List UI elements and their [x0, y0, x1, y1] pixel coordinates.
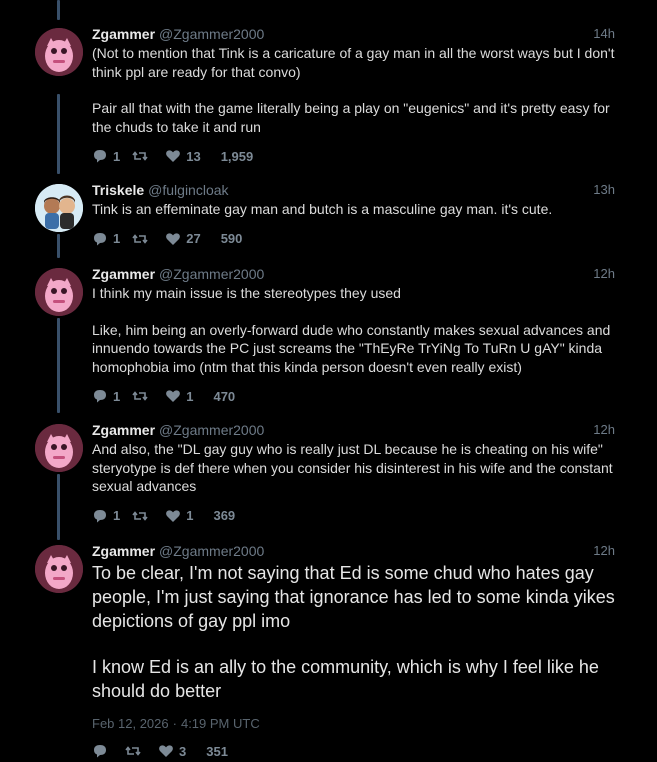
reply-icon [94, 150, 106, 163]
like-count: 13 [186, 148, 201, 164]
like-count: 27 [186, 231, 201, 246]
reply-count: 1 [113, 508, 121, 523]
timestamp[interactable]: 14h [593, 24, 615, 44]
display-name[interactable]: Zgammer [92, 26, 155, 42]
display-name[interactable]: Zgammer [92, 422, 155, 438]
retweet-button[interactable] [132, 231, 153, 247]
retweet-button[interactable] [125, 743, 146, 759]
tweet-actions: 3 351 [92, 741, 615, 761]
reply-count: 1 [113, 231, 121, 246]
view-count: 1,959 [220, 148, 254, 164]
timestamp[interactable]: 12h [593, 541, 615, 561]
thread-line [57, 234, 60, 258]
reply-icon [94, 390, 106, 403]
user-handle[interactable]: @Zgammer2000 [159, 26, 264, 42]
like-count: 1 [186, 508, 194, 523]
tweet-text: Tink is an effeminate gay man and butch … [92, 200, 615, 219]
pink-monster-avatar[interactable] [35, 268, 83, 316]
reply-button[interactable]: 1 [92, 508, 120, 524]
tweet-paragraph: I think my main issue is the stereotypes… [92, 285, 401, 301]
tweet-header: Zgammer @Zgammer2000 12h [92, 541, 615, 561]
thread-line [57, 318, 60, 413]
heart-icon [166, 150, 181, 162]
tweet-header: Triskele @fulgincloak 13h [92, 180, 615, 200]
tweet-paragraph: And also, the "DL gay guy who is really … [92, 441, 613, 494]
tweet-paragraph: To be clear, I'm not saying that Ed is s… [92, 563, 615, 631]
timestamp[interactable]: 12h [593, 420, 615, 440]
reply-button[interactable]: 1 [92, 388, 120, 404]
post-date[interactable]: Feb 12, 2026 · 4:19 PM UTC [92, 715, 615, 733]
user-handle[interactable]: @Zgammer2000 [159, 543, 264, 559]
retweet-icon [132, 391, 148, 401]
reply-count: 1 [113, 388, 121, 404]
retweet-button[interactable] [132, 148, 153, 164]
tweet-actions: 1 13 1,959 [92, 146, 615, 166]
heart-icon [166, 232, 181, 245]
retweet-icon [132, 233, 148, 244]
tweet-paragraph: (Not to mention that Tink is a caricatur… [92, 45, 615, 80]
reply-button[interactable]: 1 [92, 231, 120, 247]
like-button[interactable]: 1 [165, 388, 193, 404]
reply-icon [94, 509, 106, 522]
view-count: 470 [213, 388, 236, 404]
timestamp[interactable]: 12h [593, 264, 615, 284]
reply-button[interactable] [92, 743, 113, 759]
like-button[interactable]: 1 [165, 508, 193, 524]
tweet-header: Zgammer @Zgammer2000 12h [92, 264, 615, 284]
view-count: 590 [220, 231, 243, 246]
tweet-actions: 1 27 590 [92, 229, 615, 249]
reply-icon [94, 232, 106, 245]
timestamp[interactable]: 13h [593, 180, 615, 200]
retweet-button[interactable] [132, 388, 153, 404]
display-name[interactable]: Zgammer [92, 543, 155, 559]
date-separator: · [172, 716, 177, 731]
post-date-day: Feb 12, 2026 [92, 716, 169, 731]
retweet-icon [132, 151, 148, 161]
view-count: 369 [213, 508, 236, 523]
retweet-icon [132, 510, 148, 521]
user-handle[interactable]: @Zgammer2000 [159, 422, 264, 438]
thread-line [57, 0, 60, 20]
thread-line [57, 94, 60, 174]
retweet-button[interactable] [132, 508, 153, 524]
heart-icon [159, 745, 173, 757]
tweet-actions: 1 1 470 [92, 386, 615, 406]
like-count: 3 [179, 743, 187, 759]
display-name[interactable]: Zgammer [92, 266, 155, 282]
user-handle[interactable]: @Zgammer2000 [159, 266, 264, 282]
heart-icon [166, 509, 181, 522]
tweet-paragraph: I know Ed is an ally to the community, w… [92, 657, 599, 701]
tweet-actions: 1 1 369 [92, 506, 615, 526]
like-button[interactable]: 13 [165, 148, 201, 164]
user-handle[interactable]: @fulgincloak [148, 182, 228, 198]
pink-monster-avatar[interactable] [35, 424, 83, 472]
thread-line [57, 474, 60, 540]
display-name[interactable]: Triskele [92, 182, 144, 198]
post-date-time: 4:19 PM UTC [180, 716, 260, 731]
tweet-paragraph: Like, him being an overly-forward dude w… [92, 321, 611, 375]
like-button[interactable]: 3 [158, 743, 186, 759]
like-count: 1 [186, 388, 194, 404]
reply-button[interactable]: 1 [92, 148, 120, 164]
tweet-text: And also, the "DL gay guy who is really … [92, 440, 615, 496]
pink-monster-avatar[interactable] [35, 545, 83, 593]
view-count: 351 [206, 743, 228, 759]
tweet-header: Zgammer @Zgammer2000 12h [92, 420, 615, 440]
like-button[interactable]: 27 [165, 231, 201, 247]
reply-count: 1 [113, 148, 121, 164]
reply-icon [94, 745, 106, 758]
tweet-header: Zgammer @Zgammer2000 14h [92, 24, 615, 44]
retweet-icon [125, 746, 141, 756]
thread: Zgammer @Zgammer2000 14h (Not to mention … [0, 0, 657, 762]
heart-icon [166, 390, 181, 402]
tweet-text: I think my main issue is the stereotypes… [92, 284, 615, 376]
tweet-paragraph: Tink is an effeminate gay man and butch … [92, 201, 553, 217]
pink-monster-avatar[interactable] [35, 28, 83, 76]
tweet-text: To be clear, I'm not saying that Ed is s… [92, 561, 615, 703]
tweet-paragraph: Pair all that with the game literally be… [92, 100, 610, 135]
two-characters-avatar[interactable] [35, 184, 83, 232]
tweet-text: (Not to mention that Tink is a caricatur… [92, 44, 615, 136]
